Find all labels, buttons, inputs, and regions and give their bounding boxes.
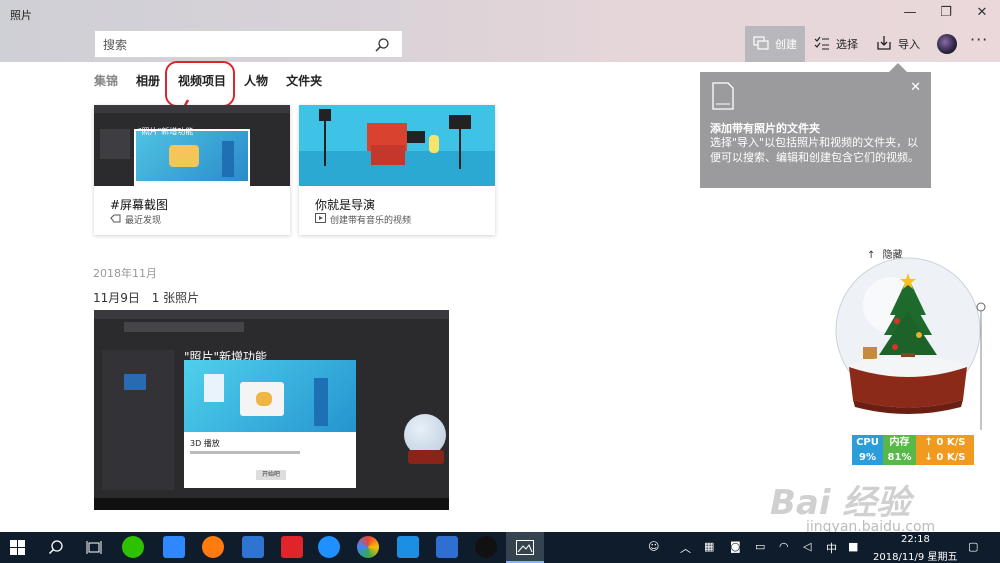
timeline-month: 2018年11月 <box>93 267 157 280</box>
download-rate: ↓ 0 K/S <box>916 450 974 465</box>
clock-time[interactable]: 22:18 <box>901 534 930 545</box>
tooltip-body: 选择"导入"以包括照片和视频的文件夹，以便可以搜索、编辑和创建包含它们的视频。 <box>710 136 919 164</box>
card-subtitle-text: 创建带有音乐的视频 <box>330 216 412 226</box>
tab-folders[interactable]: 文件夹 <box>286 72 322 89</box>
photo-thumbnail[interactable]: "照片"新增功能 3D 播放 开始吧 <box>94 310 449 510</box>
baidu-watermark-logo: Bai 经验 <box>770 483 911 523</box>
memory-value: 81% <box>883 450 916 465</box>
import-button[interactable]: 导入 <box>868 26 928 62</box>
checklist-icon <box>814 36 830 53</box>
ime-indicator[interactable]: 中 <box>826 540 837 556</box>
search-box[interactable] <box>94 30 403 58</box>
search-icon[interactable] <box>48 539 64 558</box>
tab-collections[interactable]: 集锦 <box>94 72 118 89</box>
tag-icon <box>110 214 121 226</box>
maximize-button[interactable]: ❐ <box>928 2 964 24</box>
tooltip-close-icon[interactable]: ✕ <box>910 80 921 95</box>
card-title: #屏幕截图 <box>110 198 169 212</box>
battery-icon[interactable]: ▭ <box>755 540 765 553</box>
tab-albums[interactable]: 相册 <box>136 72 160 89</box>
timeline-day-text: 11月9日 <box>93 291 140 305</box>
memory-label: 内存 <box>883 435 916 450</box>
import-icon <box>876 35 892 54</box>
tray-app-icon[interactable]: ◙ <box>730 540 741 553</box>
card-thumbnail <box>299 105 495 186</box>
thumb-overlay-text: "照片"新增功能 <box>138 127 194 136</box>
preview-dialog: 3D 播放 开始吧 <box>184 360 356 488</box>
upload-value: 0 K/S <box>936 437 966 448</box>
folder-page-icon <box>712 82 734 113</box>
it-app-icon[interactable] <box>281 536 303 558</box>
import-tooltip: ✕ 添加带有照片的文件夹 选择"导入"以包括照片和视频的文件夹，以便可以搜索、编… <box>700 72 931 188</box>
photos-app-active[interactable] <box>506 532 544 563</box>
chevron-up-icon[interactable]: ︿ <box>680 540 691 556</box>
select-button[interactable]: 选择 <box>806 26 866 62</box>
card-subtitle: 最近发现 <box>110 213 161 226</box>
volume-icon[interactable]: ◁ <box>803 540 811 553</box>
edge-icon[interactable] <box>318 536 340 558</box>
taskbar: ☺ ︿ ▦ ◙ ▭ ◠ ◁ 中 ■ ▢ <box>0 532 1000 563</box>
card-title: 你就是导演 <box>315 198 376 212</box>
tab-people[interactable]: 人物 <box>244 72 268 89</box>
card-subtitle-text: 最近发现 <box>125 216 162 226</box>
preview-dialog-heading: 3D 播放 <box>190 439 220 448</box>
tooltip-title: 添加带有照片的文件夹 <box>710 122 820 135</box>
avatar[interactable] <box>937 34 957 54</box>
wechat-icon[interactable] <box>122 536 144 558</box>
create-label: 创建 <box>775 38 797 51</box>
tray-grid-icon[interactable]: ▦ <box>704 540 714 553</box>
minimize-button[interactable]: — <box>892 2 928 24</box>
tooltip-pointer <box>889 63 907 72</box>
notification-icon[interactable]: ▢ <box>968 540 978 553</box>
import-label: 导入 <box>898 38 920 51</box>
people-icon[interactable]: ☺ <box>648 540 659 553</box>
search-input[interactable] <box>103 36 363 54</box>
performance-monitor: CPU 9% 内存 81% ↑ 0 K/S ↓ 0 K/S <box>852 435 974 465</box>
preview-dialog-button: 开始吧 <box>256 470 286 480</box>
calendar-app-icon[interactable] <box>436 536 458 558</box>
color-app-icon[interactable] <box>357 536 379 558</box>
create-button[interactable]: 创建 <box>745 26 805 62</box>
close-button[interactable]: ✕ <box>964 2 1000 24</box>
search-icon[interactable] <box>374 37 390 56</box>
album-card-director[interactable]: 你就是导演 创建带有音乐的视频 <box>299 105 495 235</box>
feishu-icon[interactable] <box>163 536 185 558</box>
headset-app-icon[interactable] <box>397 536 419 558</box>
app-title: 照片 <box>10 9 32 22</box>
create-icon <box>753 35 769 53</box>
windows-start-icon[interactable] <box>10 540 25 558</box>
office-app-icon[interactable] <box>242 536 264 558</box>
wifi-icon[interactable]: ◠ <box>779 540 789 553</box>
timeline-day: 11月9日 1 张照片 <box>93 289 199 306</box>
timeline-count: 1 张照片 <box>151 291 200 305</box>
orange-app-icon[interactable] <box>202 536 224 558</box>
select-label: 选择 <box>836 38 858 51</box>
download-arrow-icon: ↓ <box>924 452 937 463</box>
task-view-icon[interactable] <box>86 540 102 558</box>
download-value: 0 K/S <box>936 452 966 463</box>
cpu-value: 9% <box>852 450 883 465</box>
card-subtitle: 创建带有音乐的视频 <box>315 213 411 226</box>
card-thumbnail: "照片"新增功能 <box>94 105 290 186</box>
cpu-label: CPU <box>852 435 883 450</box>
video-icon <box>315 213 326 226</box>
ime-app-icon[interactable]: ■ <box>848 540 858 553</box>
qq-icon[interactable] <box>475 536 497 558</box>
more-button[interactable]: ··· <box>970 30 988 49</box>
upload-arrow-icon: ↑ <box>924 437 937 448</box>
album-card-screenshots[interactable]: "照片"新增功能 #屏幕截图 最近发现 <box>94 105 290 235</box>
photos-icon <box>516 540 534 558</box>
snow-globe-widget <box>835 257 986 430</box>
upload-rate: ↑ 0 K/S <box>916 435 974 450</box>
clock-date[interactable]: 2018/11/9 星期五 <box>873 548 957 563</box>
